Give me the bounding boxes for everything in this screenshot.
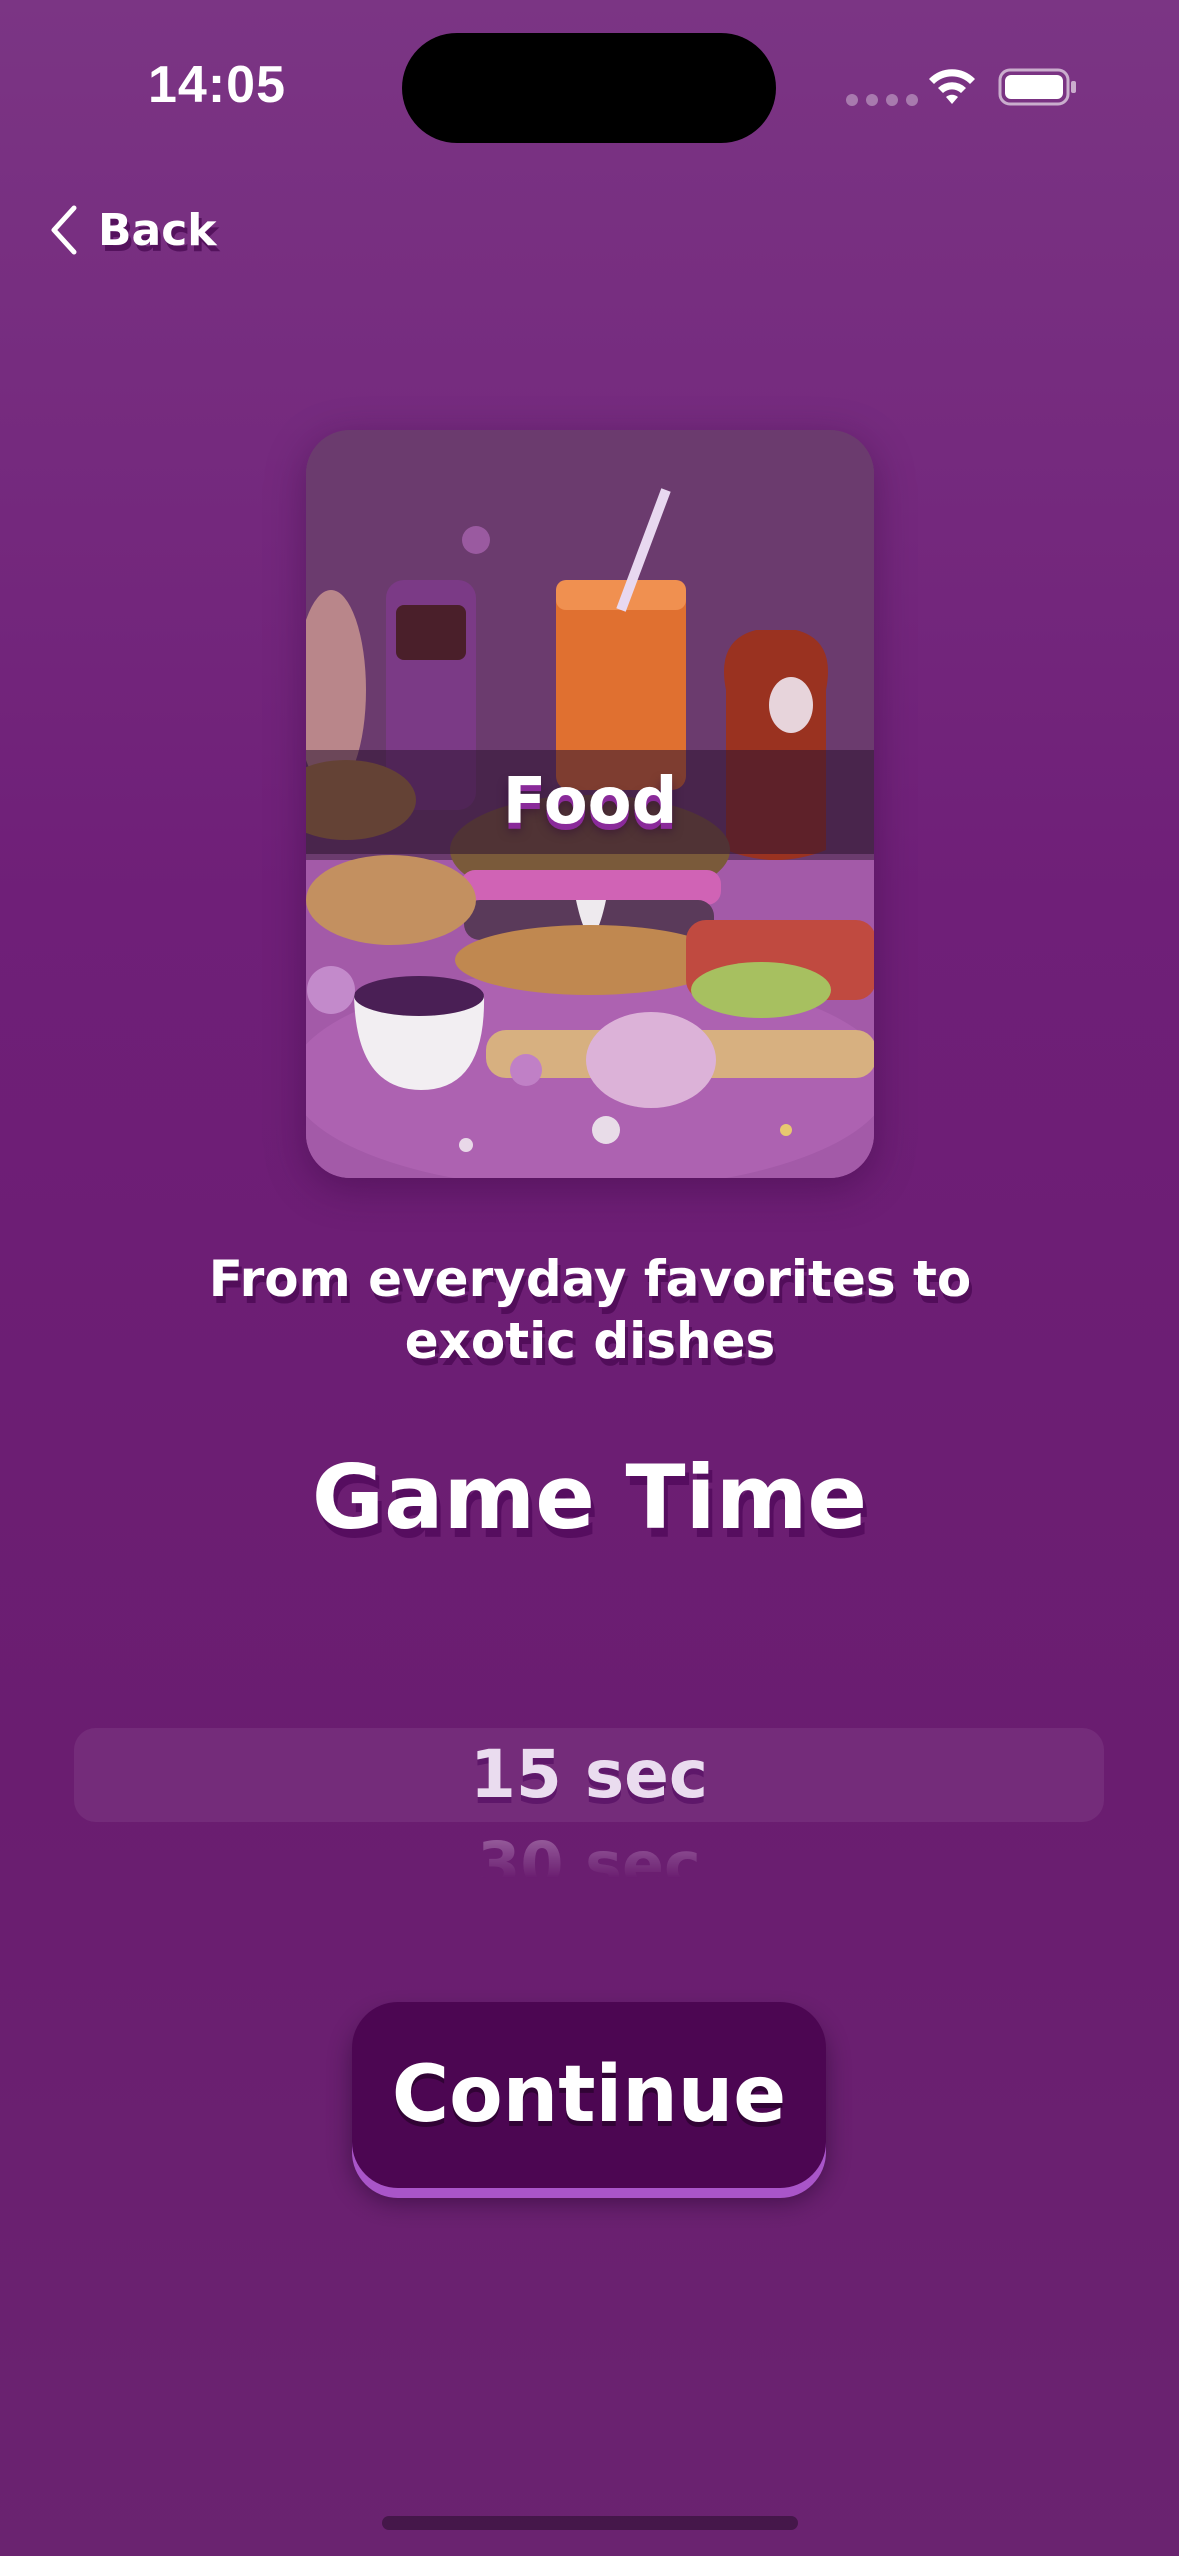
picker-option-selected[interactable]: 15 sec xyxy=(74,1730,1104,1820)
picker-option-next[interactable]: 30 sec xyxy=(74,1820,1104,1878)
category-description: From everyday favorites to exotic dishes xyxy=(208,1250,972,1370)
back-label: Back xyxy=(98,204,217,256)
signal-dots-icon xyxy=(846,94,918,106)
back-button[interactable]: Back xyxy=(48,198,217,262)
dynamic-island xyxy=(402,33,776,143)
game-time-picker[interactable]: 15 sec 30 sec xyxy=(74,1728,1104,1878)
home-indicator xyxy=(382,2516,798,2530)
chevron-left-icon xyxy=(51,205,77,255)
battery-icon xyxy=(998,68,1076,106)
category-card: Food xyxy=(306,430,874,1178)
continue-label: Continue xyxy=(391,2050,787,2140)
wifi-icon xyxy=(929,69,975,104)
card-title-band: Food xyxy=(306,750,874,854)
continue-button[interactable]: Continue xyxy=(352,2002,826,2188)
category-title: Food xyxy=(502,765,678,839)
status-bar: 14:05 xyxy=(0,0,1179,170)
game-time-heading: Game Time xyxy=(311,1446,868,1549)
status-time: 14:05 xyxy=(148,56,286,114)
